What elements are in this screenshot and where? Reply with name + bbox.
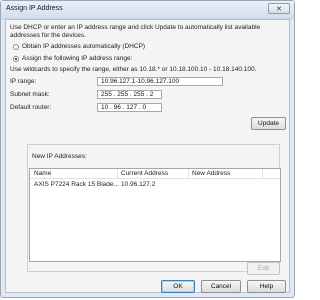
column-separator[interactable]	[117, 169, 118, 178]
window-title: Assign IP Address	[6, 5, 63, 12]
row-name-cell: AXIS P7224 Rack 15 Blade...	[34, 181, 119, 188]
assign-range-radio-label[interactable]: Assign the following IP address range:	[22, 55, 132, 62]
ip-range-label: IP range:	[10, 78, 37, 85]
title-bar: Assign IP Address ✕	[1, 1, 294, 19]
wildcard-hint: Use wildcards to specify the range, eith…	[10, 66, 257, 73]
row-current-address-cell: 10.96.127.2	[121, 181, 156, 188]
dhcp-radio-label[interactable]: Obtain IP addresses automatically (DHCP)	[22, 43, 145, 50]
dhcp-radio[interactable]	[13, 44, 19, 50]
table-header: Name Current Address New Address	[30, 169, 280, 179]
ip-range-input[interactable]: 10.96.127.1-10.96.127.100	[97, 77, 223, 86]
column-separator[interactable]	[262, 169, 263, 178]
column-header-name[interactable]: Name	[34, 170, 51, 177]
assign-ip-dialog: Assign IP Address ✕ Use DHCP or enter an…	[0, 0, 295, 298]
intro-text-line1: Use DHCP or enter an IP address range an…	[10, 24, 261, 31]
help-button[interactable]: Help	[247, 280, 286, 293]
close-button[interactable]: ✕	[268, 3, 290, 14]
column-header-current-address[interactable]: Current Address	[121, 170, 168, 177]
ok-button[interactable]: OK	[161, 280, 195, 293]
close-icon: ✕	[276, 5, 282, 13]
subnet-mask-label: Subnet mask:	[10, 91, 50, 98]
column-header-new-address[interactable]: New Address	[192, 170, 230, 177]
update-button[interactable]: Update	[251, 117, 286, 130]
new-ip-addresses-label: New IP Addresses:	[32, 153, 87, 160]
default-router-label: Default router:	[10, 104, 52, 111]
new-ip-addresses-table[interactable]: Name Current Address New Address AXIS P7…	[29, 168, 281, 262]
column-separator[interactable]	[188, 169, 189, 178]
cancel-button[interactable]: Cancel	[201, 280, 241, 293]
default-router-input[interactable]: 10 . 96 . 127 . 0	[97, 103, 162, 112]
subnet-mask-input[interactable]: 255 . 255 . 255 . 2	[97, 90, 162, 99]
intro-text-line2: addresses for the devices.	[10, 32, 86, 39]
assign-range-radio[interactable]	[13, 56, 19, 62]
edit-button[interactable]: Edit	[247, 262, 280, 275]
